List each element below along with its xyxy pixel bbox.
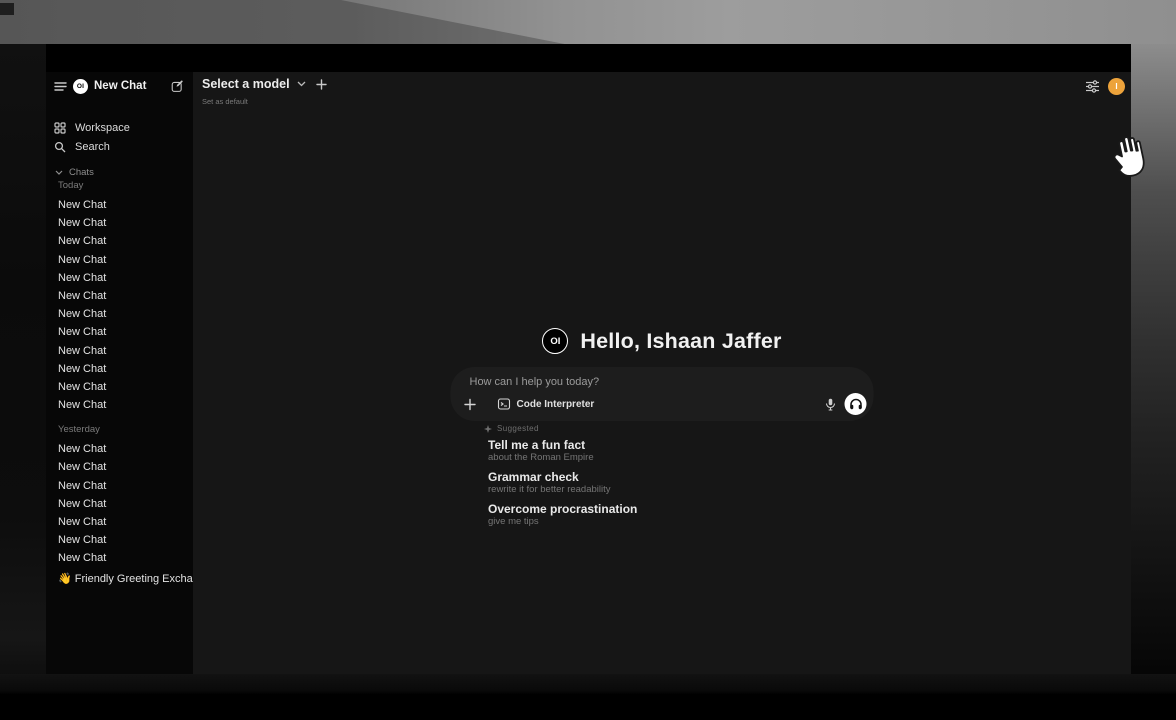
app-logo-text: OI	[550, 336, 560, 347]
model-selector-label: Select a model	[202, 77, 290, 91]
code-interpreter-label: Code Interpreter	[517, 399, 595, 410]
chats-section-label: Chats	[69, 167, 94, 178]
app-logo-icon: OI	[542, 328, 568, 354]
user-avatar[interactable]: I	[1108, 78, 1125, 95]
sidebar-chat-item[interactable]: New Chat	[46, 495, 193, 513]
sidebar-chat-item[interactable]: New Chat	[46, 378, 193, 396]
workspace-grid-icon	[54, 122, 66, 134]
sparkle-icon	[484, 425, 492, 433]
set-as-default-link[interactable]: Set as default	[202, 97, 248, 106]
suggestion-subtitle: give me tips	[488, 516, 637, 528]
suggestion-item[interactable]: Overcome procrastinationgive me tips	[488, 502, 637, 528]
suggestion-title: Grammar check	[488, 470, 637, 484]
sidebar-chat-item[interactable]: New Chat	[46, 305, 193, 323]
sidebar-chat-item[interactable]: New Chat	[46, 342, 193, 360]
code-interpreter-icon	[498, 398, 511, 410]
sidebar-item-label: Search	[75, 141, 110, 153]
search-icon	[54, 141, 66, 153]
chat-group-label: Today	[58, 180, 193, 192]
suggestion-item[interactable]: Tell me a fun factabout the Roman Empire	[488, 438, 637, 464]
chats-section-toggle[interactable]: Chats	[55, 166, 94, 178]
desktop-left-band	[0, 44, 46, 720]
sidebar-chat-item[interactable]: New Chat	[46, 477, 193, 495]
sidebar-chat-item[interactable]: New Chat	[46, 251, 193, 269]
sidebar-chat-item[interactable]: New Chat	[46, 440, 193, 458]
sidebar-item-search[interactable]: Search	[46, 137, 193, 156]
greeting-text: Hello, Ishaan Jaffer	[580, 329, 781, 354]
sidebar: OI New Chat Workspace Search	[46, 72, 193, 674]
sidebar-chat-item[interactable]: New Chat	[46, 549, 193, 567]
chevron-down-icon	[297, 81, 306, 87]
model-selector-row: Select a model	[202, 77, 327, 91]
sidebar-chat-item[interactable]: New Chat	[46, 323, 193, 341]
composer-placeholder: How can I help you today?	[470, 376, 600, 388]
sidebar-chat-item[interactable]: New Chat	[46, 458, 193, 476]
suggested-label: Suggested	[484, 424, 539, 433]
chat-groups: TodayNew ChatNew ChatNew ChatNew ChatNew…	[46, 180, 193, 674]
sidebar-chat-item[interactable]: New Chat	[46, 214, 193, 232]
suggestion-title: Overcome procrastination	[488, 502, 637, 516]
sidebar-item-label: Workspace	[75, 122, 130, 134]
suggested-label-text: Suggested	[497, 424, 539, 433]
sidebar-item-workspace[interactable]: Workspace	[46, 118, 193, 137]
greeting: OI Hello, Ishaan Jaffer	[193, 328, 1131, 354]
sidebar-chat-item[interactable]: New Chat	[46, 287, 193, 305]
sidebar-chat-item-named[interactable]: 👋 Friendly Greeting Exchange	[46, 570, 193, 588]
composer-toolbar: Code Interpreter	[464, 393, 867, 415]
chevron-down-icon	[55, 170, 63, 175]
sidebar-title: New Chat	[94, 80, 165, 92]
sidebar-chat-item[interactable]: New Chat	[46, 196, 193, 214]
sidebar-chat-item[interactable]: New Chat	[46, 232, 193, 250]
sidebar-nav: Workspace Search	[46, 118, 193, 156]
attach-plus-icon[interactable]	[464, 398, 477, 411]
message-composer[interactable]: How can I help you today? Code Interpret…	[451, 367, 874, 421]
topbar-controls: I	[1085, 78, 1125, 95]
desktop-bottom-band	[0, 674, 1176, 720]
sidebar-chat-item[interactable]: New Chat	[46, 396, 193, 414]
desktop-corner-square	[0, 3, 14, 15]
chat-main: Select a model Set as default I OI Hello…	[193, 72, 1131, 674]
suggestion-subtitle: about the Roman Empire	[488, 452, 637, 464]
code-interpreter-toggle[interactable]: Code Interpreter	[498, 398, 595, 410]
suggestion-subtitle: rewrite it for better readability	[488, 484, 637, 496]
sidebar-header: OI New Chat	[46, 76, 193, 96]
sidebar-chat-item[interactable]: New Chat	[46, 269, 193, 287]
model-selector[interactable]: Select a model	[202, 77, 306, 91]
app-logo: OI	[73, 79, 88, 94]
openwebui-window: OI New Chat Workspace Search	[46, 44, 1131, 674]
chat-group-label: Yesterday	[58, 424, 193, 436]
suggestion-list: Tell me a fun factabout the Roman Empire…	[488, 438, 637, 528]
chat-controls-icon[interactable]	[1085, 80, 1100, 93]
microphone-icon[interactable]	[826, 398, 836, 411]
sidebar-toggle-icon[interactable]	[54, 81, 67, 92]
new-chat-icon[interactable]	[171, 80, 184, 93]
desktop-right-band	[1131, 44, 1176, 720]
suggestion-item[interactable]: Grammar checkrewrite it for better reada…	[488, 470, 637, 496]
sidebar-chat-item[interactable]: New Chat	[46, 531, 193, 549]
voice-call-button[interactable]	[845, 393, 867, 415]
sidebar-chat-item[interactable]: New Chat	[46, 513, 193, 531]
sidebar-chat-item[interactable]: New Chat	[46, 360, 193, 378]
add-model-icon[interactable]	[316, 79, 327, 90]
headphones-icon	[849, 398, 862, 410]
suggestion-title: Tell me a fun fact	[488, 438, 637, 452]
